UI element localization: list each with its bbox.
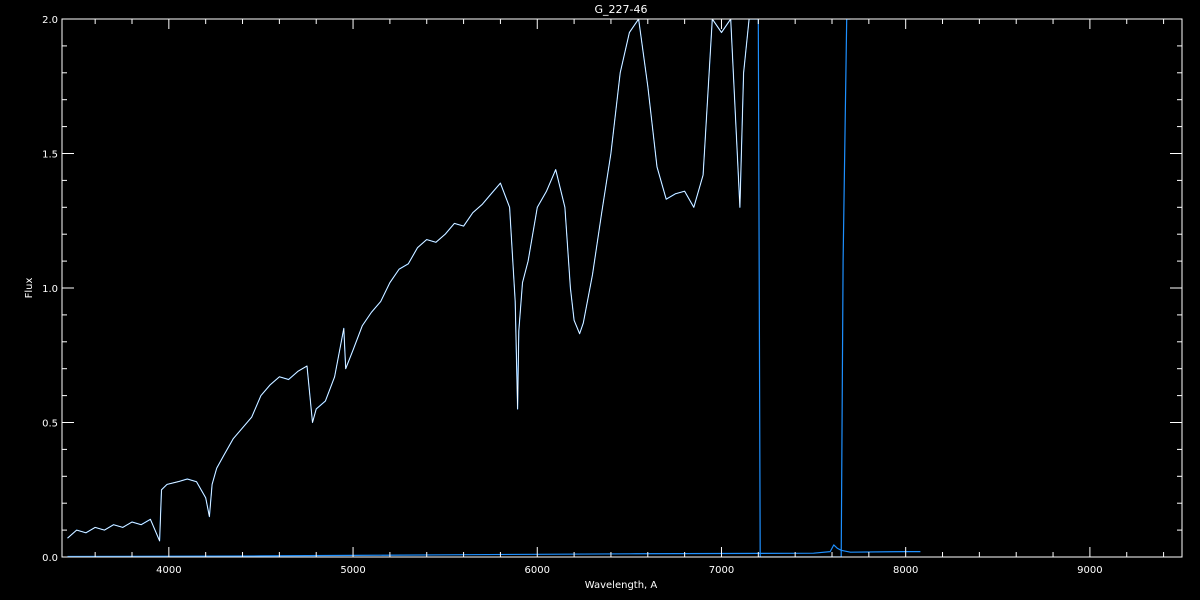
y-axis-label: Flux [24, 278, 35, 299]
x-axis-label: Wavelength, A [585, 580, 658, 591]
y-tick-label: 0.5 [42, 419, 58, 430]
x-tick-label: 5000 [340, 565, 365, 576]
y-tick-label: 2.0 [42, 15, 58, 26]
x-tick-label: 6000 [525, 565, 550, 576]
x-tick-label: 9000 [1077, 565, 1102, 576]
spectrum-chart: G_227-46 Wavelength, A Flux 4000 5000 6000… [0, 0, 1200, 600]
y-tick-label: 1.5 [42, 150, 58, 161]
y-tick-label: 0.0 [42, 553, 58, 564]
x-tick-label: 4000 [156, 565, 181, 576]
chart-background [0, 0, 1200, 600]
x-tick-label: 8000 [893, 565, 918, 576]
x-tick-label: 7000 [709, 565, 734, 576]
y-tick-label: 1.0 [42, 284, 58, 295]
chart-title: G_227-46 [595, 3, 648, 16]
